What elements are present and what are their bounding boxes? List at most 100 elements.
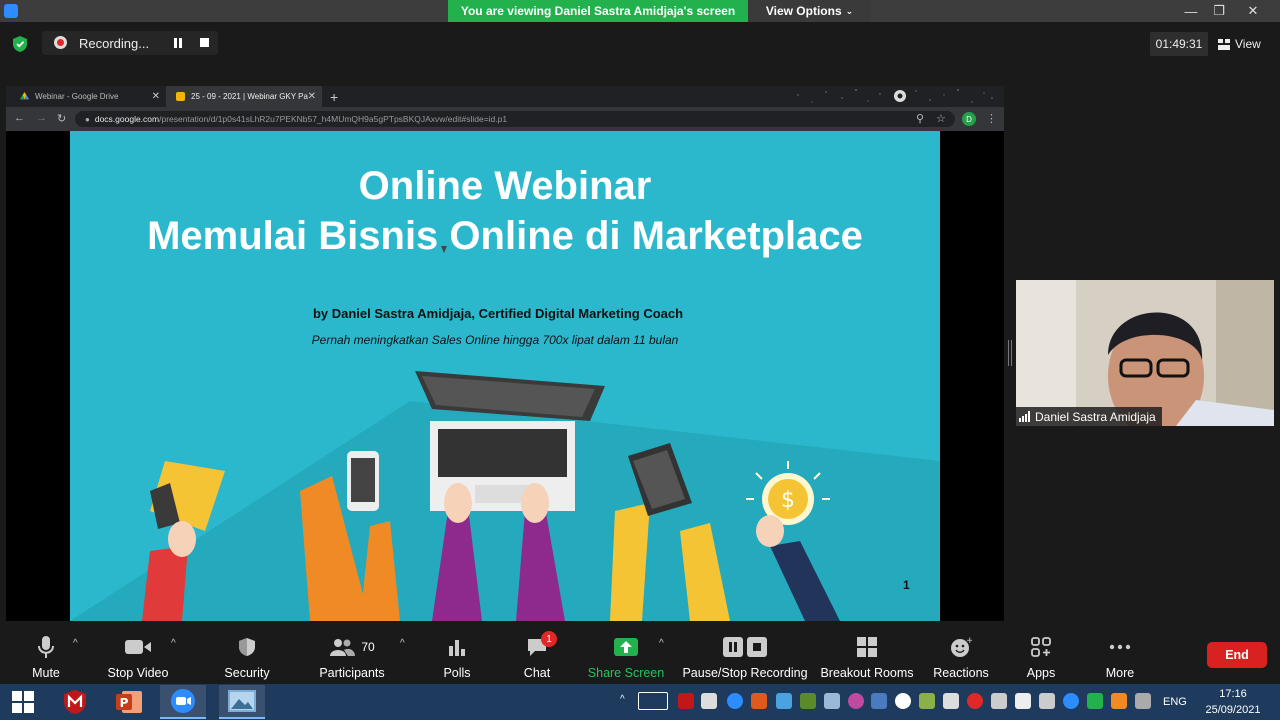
close-tab-icon[interactable]: ✕ <box>152 91 160 102</box>
address-bar[interactable]: ● docs.google.com /presentation/d/1p0s41… <box>75 111 955 127</box>
url-path: /presentation/d/1p0s41sLhR2u7PEKNb57_h4M… <box>159 114 508 124</box>
share-screen-label: Share Screen <box>587 666 665 680</box>
touch-keyboard-icon[interactable] <box>638 692 668 710</box>
more-button[interactable]: More <box>1096 630 1144 680</box>
powerpoint-icon: P <box>116 691 142 713</box>
mouse-cursor-icon <box>441 246 447 253</box>
tray-app-icon-3[interactable] <box>824 693 840 709</box>
back-arrow-icon[interactable]: ← <box>14 112 25 124</box>
share-screen-button[interactable]: Share Screen <box>586 630 666 680</box>
stop-video-label: Stop Video <box>107 666 169 680</box>
browser-menu-icon[interactable]: ⋮ <box>986 112 997 125</box>
tray-snowflake-icon[interactable] <box>776 693 792 709</box>
participants-options-caret-icon[interactable]: ^ <box>400 638 405 649</box>
google-drive-icon <box>20 92 29 100</box>
tray-antivirus-icon[interactable] <box>967 693 983 709</box>
tray-app-icon-8[interactable] <box>1087 693 1103 709</box>
close-window-icon[interactable]: ✕ <box>1238 0 1268 22</box>
tray-app-icon-5[interactable] <box>919 693 935 709</box>
tray-app-icon-2[interactable] <box>800 693 816 709</box>
tab-google-slides[interactable]: 25 - 09 - 2021 | Webinar GKY Pa ✕ <box>166 86 322 107</box>
share-screen-arrow-icon <box>614 638 638 656</box>
tray-app-icon-1[interactable] <box>751 693 767 709</box>
view-options-label: View Options <box>765 4 842 18</box>
pause-stop-recording-button[interactable]: Pause/Stop Recording <box>680 630 810 680</box>
connection-signal-icon <box>1019 411 1030 422</box>
new-tab-icon[interactable]: + <box>330 89 338 105</box>
meeting-timer: 01:49:31 <box>1150 32 1208 56</box>
profile-avatar[interactable]: D <box>962 112 976 126</box>
video-camera-icon <box>125 640 151 654</box>
apps-button[interactable]: Apps <box>1018 630 1064 680</box>
input-language[interactable]: ENG <box>1163 696 1187 708</box>
participant-name-label: Daniel Sastra Amidjaja <box>1016 407 1162 426</box>
zoom-magnifier-icon[interactable]: ⚲ <box>916 112 924 125</box>
taskbar-zoom[interactable] <box>160 685 206 719</box>
security-button[interactable]: Security <box>217 630 277 680</box>
svg-text:+: + <box>966 636 972 646</box>
stop-recording-icon[interactable] <box>200 38 209 47</box>
pause-icon <box>723 637 743 657</box>
stop-video-button[interactable]: Stop Video <box>102 630 174 680</box>
tray-app-icon-4[interactable] <box>871 693 887 709</box>
panel-splitter-handle[interactable] <box>1008 340 1012 366</box>
tab-google-drive[interactable]: Webinar - Google Drive ✕ <box>10 86 166 107</box>
share-options-caret-icon[interactable]: ^ <box>659 638 664 649</box>
url-host: docs.google.com <box>94 114 160 124</box>
svg-text:P: P <box>120 696 129 710</box>
participants-icon <box>330 639 356 656</box>
audio-options-caret-icon[interactable]: ^ <box>73 638 78 649</box>
end-meeting-button[interactable]: End <box>1207 642 1267 668</box>
breakout-rooms-grid-icon <box>857 637 877 657</box>
viewing-screen-banner: You are viewing Daniel Sastra Amidjaja's… <box>448 0 748 22</box>
chat-label: Chat <box>523 666 551 680</box>
security-label: Security <box>224 666 270 680</box>
taskbar-clock-time[interactable]: 17:16 <box>1200 688 1266 700</box>
svg-text:$: $ <box>781 488 795 513</box>
taskbar-photos[interactable] <box>219 685 265 719</box>
mcafee-shield-icon <box>64 690 86 714</box>
participants-count: 70 <box>361 640 375 654</box>
taskbar-mcafee[interactable] <box>52 685 98 719</box>
breakout-rooms-button[interactable]: Breakout Rooms <box>818 630 916 680</box>
tray-network-icon[interactable] <box>1039 693 1055 709</box>
tray-app-icon-7[interactable] <box>1063 693 1079 709</box>
pause-recording-icon[interactable] <box>172 37 184 49</box>
reload-icon[interactable]: ↻ <box>57 112 66 125</box>
tray-acrobat-icon[interactable] <box>678 693 694 709</box>
participants-button[interactable]: 70 Participants <box>315 630 389 680</box>
forward-arrow-icon[interactable]: → <box>36 112 47 124</box>
taskbar-powerpoint[interactable]: P <box>106 685 152 719</box>
windows-start-button[interactable] <box>0 685 46 719</box>
tray-wifi-icon[interactable] <box>848 693 864 709</box>
tab-label: Webinar - Google Drive <box>35 92 119 101</box>
taskbar-clock-date[interactable]: 25/09/2021 <box>1200 704 1266 716</box>
view-button[interactable]: View <box>1218 32 1261 56</box>
participant-video-tile[interactable] <box>1016 280 1274 426</box>
restore-icon[interactable]: ❐ <box>1204 0 1234 22</box>
close-tab-icon[interactable]: ✕ <box>308 91 316 102</box>
tray-battery-icon[interactable] <box>1015 693 1031 709</box>
tray-flag-icon[interactable] <box>701 693 717 709</box>
tray-app-icon-10[interactable] <box>1135 693 1151 709</box>
encryption-shield-icon[interactable] <box>12 35 28 53</box>
participants-label: Participants <box>319 666 385 680</box>
view-options-button[interactable]: View Options ⌄ <box>748 0 871 22</box>
mute-button[interactable]: Mute <box>22 630 70 680</box>
apps-icon <box>1031 637 1051 657</box>
tray-app-icon-9[interactable] <box>1111 693 1127 709</box>
windows-logo-icon <box>12 691 34 713</box>
tray-app-icon-6[interactable] <box>943 693 959 709</box>
minimize-icon[interactable]: — <box>1176 0 1206 22</box>
tray-overflow-caret-icon[interactable]: ^ <box>620 694 625 705</box>
tray-zoom-icon[interactable] <box>727 693 743 709</box>
tray-volume-icon[interactable] <box>991 693 1007 709</box>
recording-label: Recording... <box>79 36 150 51</box>
reactions-button[interactable]: + Reactions <box>928 630 994 680</box>
bookmark-star-icon[interactable]: ☆ <box>936 112 946 125</box>
slide-page-number: 1 <box>903 578 910 592</box>
apps-label: Apps <box>1026 666 1056 680</box>
tray-bluetooth-icon[interactable] <box>895 693 911 709</box>
polls-button[interactable]: Polls <box>433 630 481 680</box>
video-options-caret-icon[interactable]: ^ <box>171 638 176 649</box>
